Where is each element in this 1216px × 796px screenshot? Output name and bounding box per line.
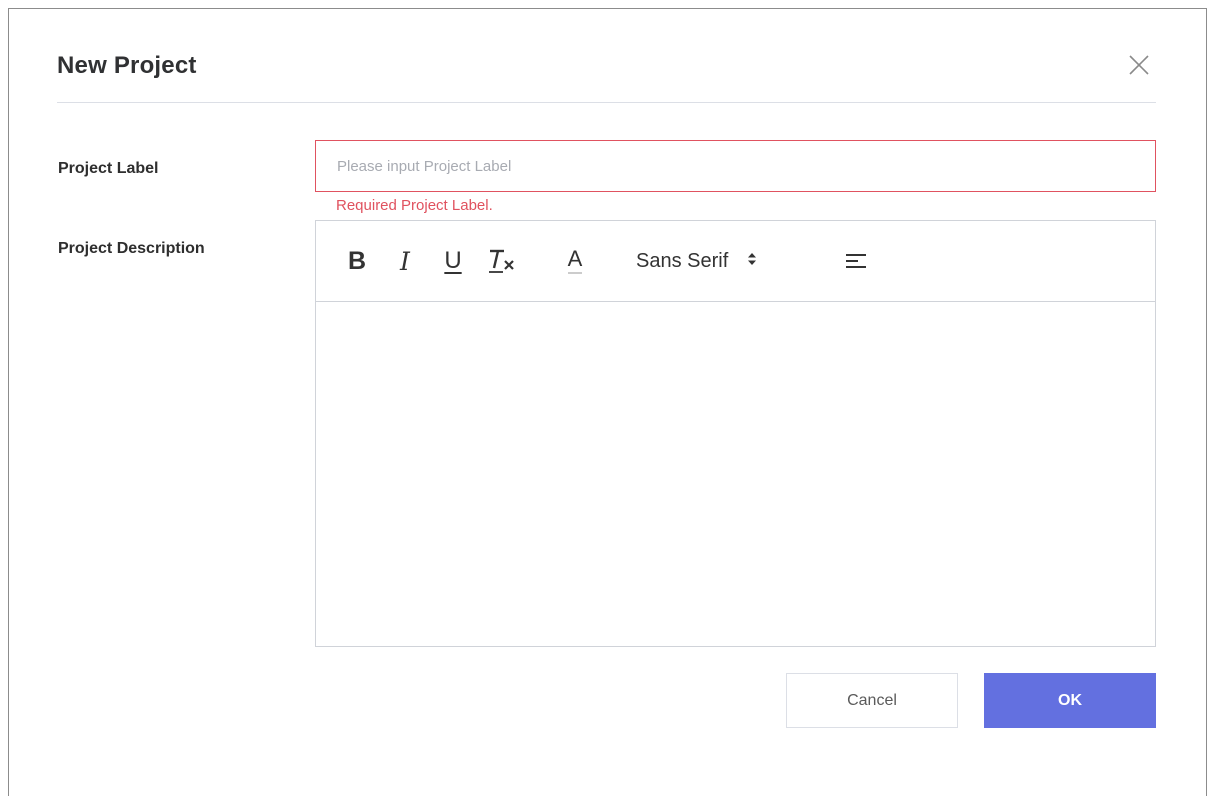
font-family-select[interactable]: Sans Serif	[636, 243, 806, 279]
project-label-error: Required Project Label.	[336, 197, 493, 214]
select-arrows-icon	[746, 250, 758, 273]
dialog-title: New Project	[57, 52, 197, 79]
bold-button[interactable]: B	[344, 243, 370, 279]
description-editor: B I U A Sans Serif	[315, 220, 1156, 647]
cancel-button[interactable]: Cancel	[786, 673, 958, 728]
dialog-header: New Project	[57, 40, 1156, 103]
ok-button[interactable]: OK	[984, 673, 1156, 728]
clear-format-icon[interactable]	[486, 243, 522, 279]
font-family-value: Sans Serif	[636, 249, 729, 272]
project-label-input[interactable]	[315, 140, 1156, 192]
italic-button[interactable]: I	[394, 243, 416, 279]
close-icon[interactable]	[1128, 54, 1150, 76]
editor-content-area[interactable]	[316, 302, 1155, 646]
text-color-label: A	[567, 248, 583, 274]
align-left-icon[interactable]	[842, 243, 870, 279]
project-label-label: Project Label	[58, 160, 159, 177]
text-color-button[interactable]: A	[560, 243, 590, 279]
editor-toolbar: B I U A Sans Serif	[316, 221, 1155, 302]
project-description-label: Project Description	[58, 240, 205, 257]
underline-button[interactable]: U	[441, 243, 465, 279]
page-background	[0, 0, 8, 796]
